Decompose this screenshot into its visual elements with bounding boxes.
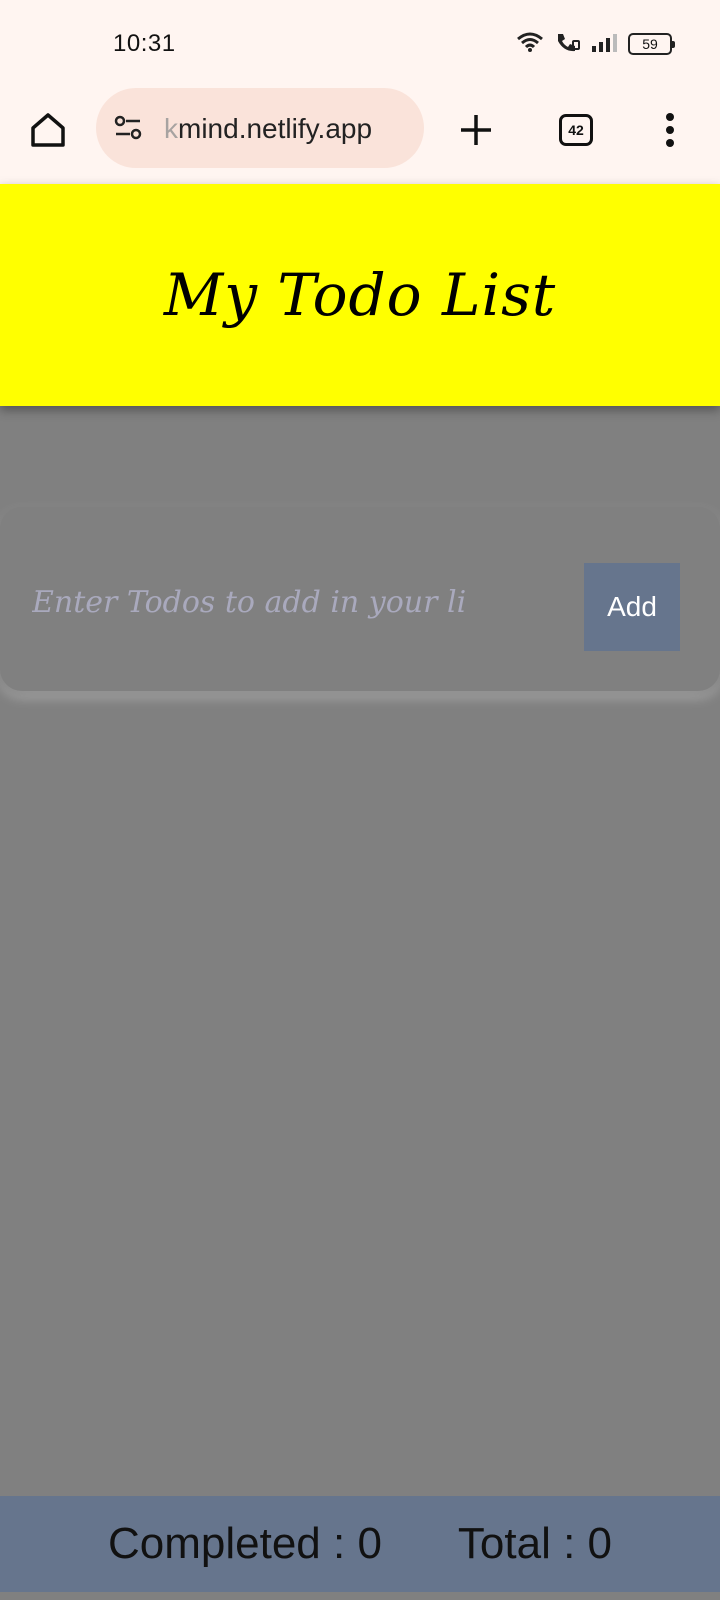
todo-input-card: Add bbox=[0, 507, 720, 691]
tab-switcher-icon: 42 bbox=[559, 114, 593, 146]
todo-input[interactable] bbox=[30, 567, 570, 637]
stats-footer: Completed : 0 Total : 0 bbox=[0, 1496, 720, 1592]
url-text[interactable]: kmind.netlify.app bbox=[164, 112, 414, 146]
url-domain: mind.netlify.app bbox=[178, 113, 373, 144]
total-count: Total : 0 bbox=[457, 1519, 613, 1568]
battery-icon: 59 bbox=[628, 33, 675, 55]
more-vert-icon bbox=[666, 113, 674, 147]
address-bar[interactable]: kmind.netlify.app bbox=[96, 88, 424, 168]
tab-switcher-button[interactable]: 42 bbox=[554, 108, 598, 152]
browser-toolbar: kmind.netlify.app 42 bbox=[0, 88, 720, 184]
new-tab-button[interactable] bbox=[452, 106, 500, 154]
status-bar: 10:31 59 bbox=[0, 0, 720, 88]
add-button[interactable]: Add bbox=[584, 563, 680, 651]
page-title: My Todo List bbox=[163, 261, 557, 329]
plus-icon bbox=[461, 115, 491, 145]
signal-icon bbox=[590, 32, 618, 57]
completed-count: Completed : 0 bbox=[107, 1519, 382, 1568]
site-settings-icon[interactable] bbox=[112, 112, 144, 144]
status-time: 10:31 bbox=[113, 30, 176, 57]
home-icon bbox=[31, 113, 65, 147]
more-menu-button[interactable] bbox=[650, 106, 690, 154]
wifi-icon bbox=[516, 31, 544, 58]
app-header: My Todo List bbox=[0, 184, 720, 406]
volte-call-icon bbox=[554, 31, 580, 58]
url-faded-prefix: k bbox=[164, 113, 178, 144]
status-icons: 59 bbox=[516, 30, 675, 58]
home-button[interactable] bbox=[24, 106, 72, 154]
